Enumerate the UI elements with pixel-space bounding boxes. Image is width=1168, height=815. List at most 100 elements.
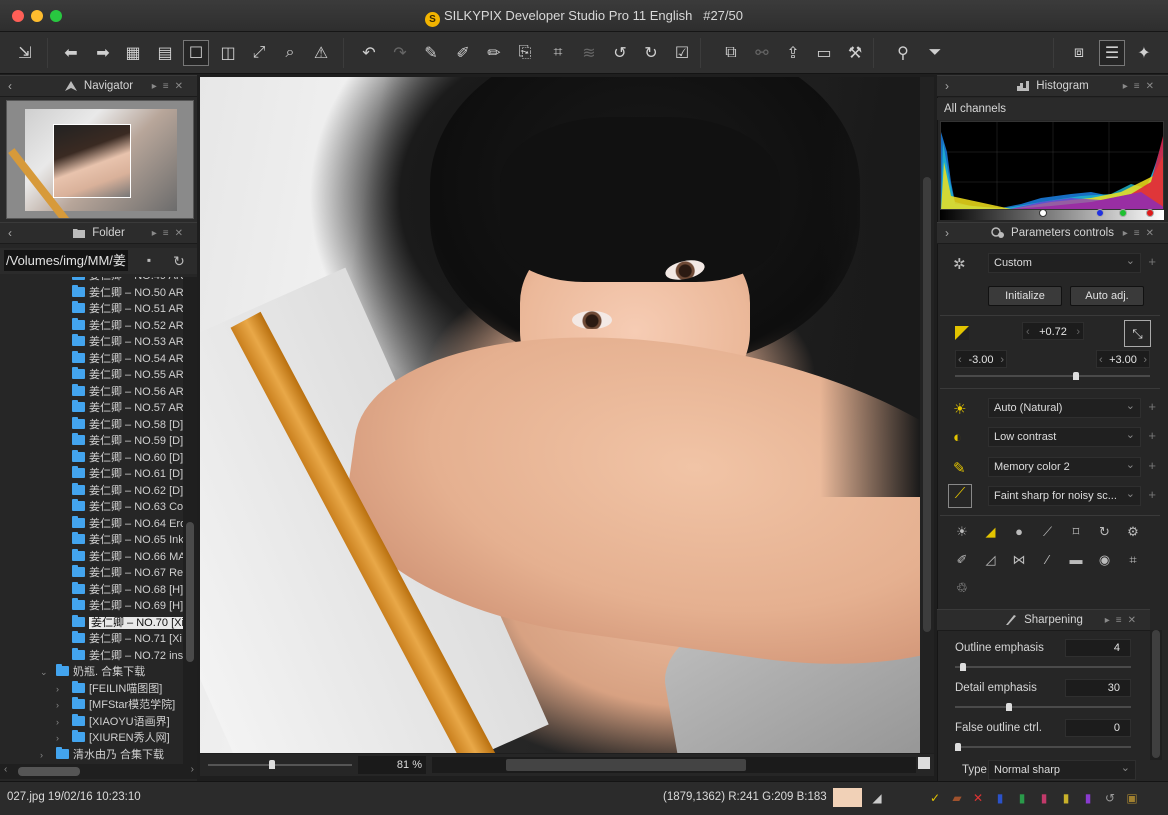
filmstrip-view-icon[interactable]: ▤ [152,40,178,66]
false-outline-slider[interactable] [955,746,1131,748]
collapse-arrow-icon[interactable]: › [945,226,949,240]
print-icon[interactable]: ▣ [1125,791,1139,805]
recycle-icon[interactable]: ♲ [953,579,971,597]
initialize-button[interactable]: Initialize [988,286,1062,306]
layers-icon[interactable]: ≋ [576,40,602,66]
blue-label-icon[interactable]: ▮ [993,791,1007,805]
folder-browse-icon[interactable]: ▪ [141,253,157,269]
folder-tree-item[interactable]: 姜仁卿 – NO.56 AR [0,383,183,401]
sharpness-select[interactable]: Faint sharp for noisy sc... [988,486,1141,506]
healing-icon[interactable]: ▬ [1067,551,1085,569]
crop-icon[interactable]: ⌗ [1124,551,1142,569]
copy-param-icon[interactable]: ⎘ [512,40,538,66]
folder-tree-item[interactable]: 姜仁卿 – NO.63 Co [0,499,183,516]
sharpen-type-select[interactable]: Normal sharp [988,760,1136,780]
folder-tree-item[interactable]: 姜仁卿 – NO.55 AR [0,367,183,384]
grid-view-icon[interactable]: ▦ [120,40,146,66]
sun-icon[interactable]: ☀ [953,400,969,418]
eyedropper-icon[interactable]: ✐ [953,551,971,569]
detail-emphasis-slider[interactable] [955,706,1131,708]
hammer-icon[interactable]: ⚒ [842,40,868,66]
link-icon[interactable]: ⚯ [749,40,775,66]
folder-tree-item[interactable]: 姜仁卿 – NO.60 [D] [0,449,183,467]
contrast-icon[interactable]: ◐ [953,429,969,446]
folder-tree-item[interactable]: 姜仁卿 – NO.72 ins [0,647,183,665]
expand-chevron-icon[interactable]: › [56,714,66,730]
scroll-thumb[interactable] [186,522,194,662]
gear-icon[interactable]: ✲ [953,255,969,273]
reject-icon[interactable]: ✕ [971,791,985,805]
folder-tree-item[interactable]: 姜仁卿 – NO.62 [D] [0,482,183,500]
false-outline-value[interactable]: 0 [1065,719,1131,737]
add-tone-icon[interactable]: + [1148,428,1156,443]
sharpness-icon[interactable]: ⟋ [948,484,972,508]
dropper-icon[interactable]: ✎ [953,459,969,477]
color-select[interactable]: Memory color 2 [988,457,1141,477]
folder-tree-item[interactable]: 姜仁卿 – NO.53 AR [0,334,183,351]
detail-emphasis-value[interactable]: 30 [1065,679,1131,697]
folder-tree-item[interactable]: › [XIAOYU语画界] [0,713,183,731]
folder-tree-item[interactable]: 姜仁卿 – NO.51 AR [0,301,183,318]
folder-tree-item[interactable]: ⌄ 奶瓶. 合集下载 [0,664,183,681]
folder-tree-item[interactable]: 姜仁卿 – NO.65 Ink [0,532,183,549]
folder-tree-item[interactable]: › [XIUREN秀人网] [0,730,183,747]
add-sharpness-icon[interactable]: + [1148,487,1156,502]
import-icon[interactable]: ⇲ [12,40,38,66]
compare-view-icon[interactable]: ◫ [215,40,241,66]
folder-tree-item[interactable]: 姜仁卿 – NO.59 [D] [0,433,183,450]
folder-tree-item[interactable]: 姜仁卿 – NO.69 [H] [0,598,183,615]
expand-chevron-icon[interactable]: › [40,747,50,763]
stamp-icon[interactable]: ◉ [1096,551,1114,569]
folder-tree-scrollbar[interactable] [183,277,197,764]
histogram-marker-red[interactable] [1146,209,1154,217]
expand-chevron-icon[interactable]: › [56,730,66,746]
folder-tree-item[interactable]: 姜仁卿 – NO.68 [H] [0,581,183,599]
develop-icon[interactable]: ✎ [418,40,444,66]
panel-menu-icon[interactable]: ▸≡✕ [1123,81,1160,92]
purple-label-icon[interactable]: ▮ [1081,791,1095,805]
zoom-slider[interactable] [208,764,352,766]
viewer-vscrollbar[interactable] [920,77,934,753]
tag-icon[interactable]: ▰ [950,791,964,805]
panel-menu-icon[interactable]: ▸≡✕ [152,81,189,92]
exposure-value[interactable]: ‹ +0.72 › [1022,322,1084,340]
check-icon[interactable]: ☑ [669,40,695,66]
filter-icon[interactable]: ⏷ [922,40,948,66]
histogram-marker-blue[interactable] [1096,209,1104,217]
expand-chevron-icon[interactable]: ⌄ [40,664,50,680]
brush-icon[interactable]: ✦ [1131,40,1157,66]
tone-curve-icon[interactable]: ⟋ [1039,523,1057,541]
folder-tree-item[interactable]: › 清水由乃 合集下载 [0,746,183,764]
panel-menu-icon[interactable]: ▸≡✕ [1105,615,1142,626]
add-taste-icon[interactable]: + [1148,254,1156,269]
auto-adjust-button[interactable]: Auto adj. [1070,286,1144,306]
check-mark-icon[interactable]: ✓ [928,791,942,805]
collapse-arrow-icon[interactable]: › [945,79,949,93]
folder-tree-item[interactable]: › [MFStar模范学院] [0,697,183,714]
folder-tree-item[interactable]: 姜仁卿 – NO.57 AR [0,400,183,417]
collapse-arrow-icon[interactable]: ‹ [8,226,12,240]
exposure-sub-icon[interactable]: ◢ [982,523,1000,541]
develop-alt-icon[interactable]: ✐ [450,40,476,66]
folder-tree-item[interactable]: 姜仁卿 – NO.52 AR [0,317,183,335]
collapse-arrow-icon[interactable]: ‹ [8,79,12,93]
panel-menu-icon[interactable]: ▸≡✕ [1123,228,1160,239]
export-icon[interactable]: ⇪ [780,40,806,66]
outline-emphasis-knob[interactable] [960,663,966,671]
scroll-thumb[interactable] [923,177,931,632]
develop-edit-icon[interactable]: ✏ [481,40,507,66]
warning-icon[interactable]: ⚠ [308,40,334,66]
gear-plus-icon[interactable]: ⚙ [1124,523,1142,541]
panel-menu-icon[interactable]: ▸≡✕ [152,228,189,239]
crop-select-icon[interactable]: ⌗ [545,40,571,66]
exposure-icon[interactable] [955,326,969,340]
folder-tree-item[interactable]: 姜仁卿 – NO.67 Re [0,565,183,582]
scroll-thumb[interactable] [1152,630,1160,758]
tone-select[interactable]: Low contrast [988,427,1141,447]
prev-icon[interactable]: ⬅ [58,40,84,66]
histogram-marker-white[interactable] [1039,209,1047,217]
fullscreen-icon[interactable]: ⤢ [246,40,272,66]
rotate-icon[interactable]: ↻ [1096,523,1114,541]
brush-tool-icon[interactable]: ⁄ [1039,551,1057,569]
next-icon[interactable]: ➡ [90,40,116,66]
